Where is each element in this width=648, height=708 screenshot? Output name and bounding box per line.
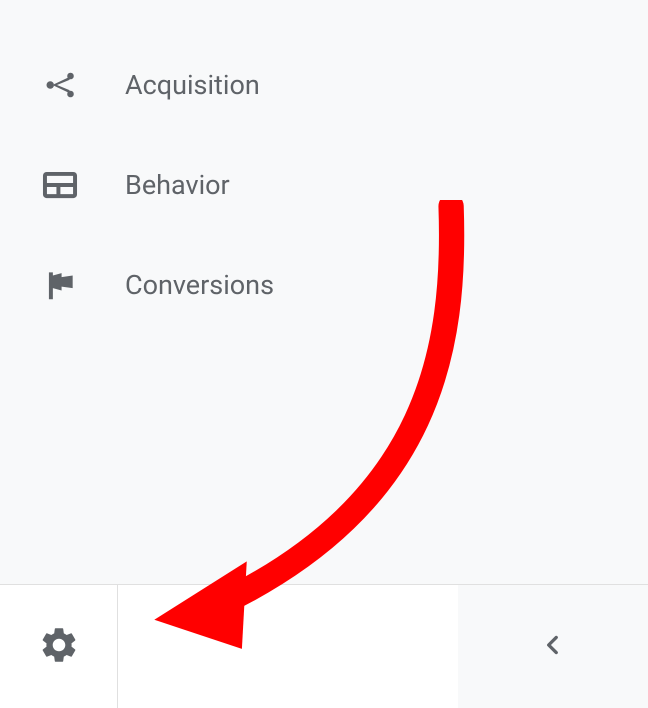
settings-button[interactable] [0, 585, 118, 708]
acquisition-icon [40, 65, 80, 105]
gear-icon [38, 624, 80, 670]
chevron-left-icon [540, 632, 566, 662]
sidebar-item-conversions[interactable]: Conversions [40, 235, 648, 335]
sidebar-item-acquisition[interactable]: Acquisition [40, 35, 648, 135]
collapse-button[interactable] [458, 585, 648, 708]
sidebar-item-label: Conversions [125, 269, 274, 301]
sidebar-item-label: Behavior [125, 169, 230, 201]
sidebar-item-label: Acquisition [125, 69, 260, 101]
sidebar-item-behavior[interactable]: Behavior [40, 135, 648, 235]
conversions-icon [40, 265, 80, 305]
behavior-icon [40, 165, 80, 205]
sidebar-nav: Acquisition Behavior Conversions [0, 0, 648, 335]
bottom-bar [0, 584, 648, 708]
